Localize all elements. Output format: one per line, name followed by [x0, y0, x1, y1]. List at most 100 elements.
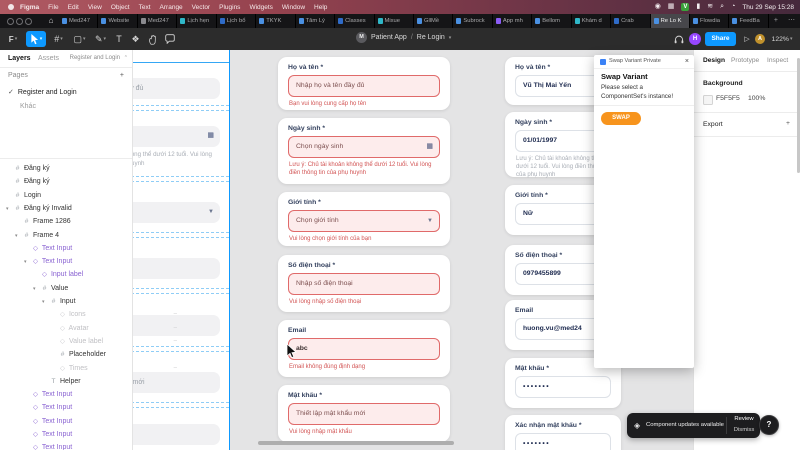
keyboard-icon[interactable]: ▦ [668, 0, 675, 14]
wifi-icon[interactable]: ≋ [707, 0, 713, 14]
chevron-up-icon[interactable]: ⌃ [124, 55, 128, 61]
file-tab[interactable]: Website [98, 14, 138, 28]
file-tab[interactable]: Tâm Lý [296, 14, 336, 28]
menu-item-vector[interactable]: Vector [192, 4, 210, 11]
form-input-default[interactable]: Nhập họ và tên đầy đủ [132, 78, 220, 99]
add-page-button[interactable]: + [120, 69, 124, 82]
tab-layers[interactable]: Layers [8, 55, 31, 62]
layer-row-input-label[interactable]: ◇ Input label [0, 268, 165, 281]
pen-tool-button[interactable]: ✎ ▾ [91, 31, 110, 47]
page-dropdown[interactable]: Register and Login [70, 55, 120, 61]
field-input[interactable]: Nhập họ và tên đầy đủ [288, 75, 440, 97]
file-tab[interactable]: Mixue [375, 14, 414, 28]
background-opacity[interactable]: 100% [748, 95, 765, 102]
menu-item-widgets[interactable]: Widgets [249, 4, 272, 11]
present-button[interactable]: ▷ [741, 31, 753, 47]
hidden-layer-icon[interactable]: – [174, 335, 177, 348]
layer-row-times[interactable]: ◇ Times – [0, 362, 183, 375]
file-tab[interactable]: Lịch hẹn [177, 14, 217, 28]
layer-row-input[interactable]: ▾ # Input [0, 295, 174, 308]
layer-row-frame-4[interactable]: ▾ # Frame 4 [0, 229, 147, 242]
help-button[interactable]: ? [759, 415, 779, 435]
tab-design[interactable]: Design [703, 57, 725, 64]
expand-caret-icon[interactable]: ▾ [15, 230, 22, 242]
menu-item-window[interactable]: Window [282, 4, 305, 11]
expand-caret-icon[interactable]: ▾ [42, 296, 49, 308]
chevron-down-icon[interactable]: ▼ [208, 202, 214, 222]
menu-item-object[interactable]: Object [111, 4, 130, 11]
apple-icon[interactable] [8, 4, 14, 10]
frame-tool-button[interactable]: # ▾ [49, 31, 68, 47]
hand-tool-button[interactable] [145, 31, 160, 47]
file-tab[interactable]: Med247 [59, 14, 99, 28]
file-tab[interactable]: TKYK [256, 14, 296, 28]
home-tab-icon[interactable]: ⌂ [43, 14, 59, 28]
hidden-layer-icon[interactable]: – [174, 308, 177, 321]
main-menu-button[interactable]: F ▾ [3, 31, 23, 47]
field-input[interactable]: ••••••• [515, 376, 611, 398]
share-button[interactable]: Share [705, 32, 736, 46]
zoom-menu[interactable]: 122% ▾ [768, 31, 796, 47]
layer-row-placeholder[interactable]: # Placeholder [0, 348, 183, 361]
new-tab-button[interactable]: + [769, 14, 783, 28]
window-controls[interactable] [0, 14, 43, 28]
file-tab[interactable]: GllMề [414, 14, 454, 28]
dismiss-button[interactable]: Dismiss [730, 427, 758, 433]
hidden-layer-icon[interactable]: – [174, 362, 177, 375]
file-tab[interactable]: FeedBa [729, 14, 769, 28]
menu-item-view[interactable]: View [88, 4, 102, 11]
expand-caret-icon[interactable]: ▾ [24, 256, 31, 268]
file-tab[interactable]: Bellom [532, 14, 572, 28]
calendar-icon[interactable]: ▦ [207, 126, 214, 146]
layer-row--ng-k-[interactable]: # Đăng ký [0, 175, 138, 188]
menu-item-help[interactable]: Help [314, 4, 327, 11]
add-export-button[interactable]: + [786, 120, 790, 127]
chevron-down-icon[interactable]: ▼ [427, 211, 433, 231]
tab-assets[interactable]: Assets [38, 55, 59, 62]
file-tab[interactable]: Re Lo K [650, 14, 690, 28]
layer-row-text-input[interactable]: ▾ ◇ Text Input [0, 255, 156, 268]
layer-row-text-input[interactable]: ◇ Text Input [0, 388, 156, 401]
shape-tool-button[interactable]: ▢ ▾ [70, 31, 89, 47]
record-icon[interactable]: ◉ [655, 0, 661, 14]
breadcrumb-file[interactable]: Re Login [417, 34, 445, 41]
battery-icon[interactable]: ▮ [696, 0, 700, 14]
layer-row-frame-1286[interactable]: # Frame 1286 [0, 215, 147, 228]
tab-prototype[interactable]: Prototype [731, 57, 759, 64]
calendar-icon[interactable]: ▦ [426, 137, 433, 157]
layer-row-login[interactable]: # Login [0, 189, 138, 202]
close-icon[interactable]: × [685, 58, 689, 65]
field-input[interactable]: ••••••• [515, 433, 611, 450]
swap-button[interactable]: SWAP [601, 112, 641, 125]
menu-item-text[interactable]: Text [139, 4, 151, 11]
layer-row-text-input[interactable]: ◇ Text Input [0, 415, 156, 428]
menu-item-edit[interactable]: Edit [68, 4, 79, 11]
menubar-clock[interactable]: Thu 29 Sep 15:28 [742, 4, 794, 11]
breadcrumb-project[interactable]: Patient App [371, 34, 407, 41]
file-tab[interactable]: Khám d [572, 14, 612, 28]
hidden-layer-icon[interactable]: – [174, 322, 177, 335]
layer-row-text-input[interactable]: ◇ Text Input [0, 401, 156, 414]
canvas-horizontal-scrollbar[interactable] [258, 441, 454, 445]
vpn-status-badge[interactable]: V [681, 3, 690, 11]
audio-call-button[interactable] [672, 31, 686, 47]
layer-row--ng-k-invalid[interactable]: ▾ # Đăng ký Invalid [0, 202, 138, 215]
layer-row-text-input[interactable]: ◇ Text Input [0, 242, 156, 255]
layer-row-text-input[interactable]: ◇ Text Input [0, 428, 156, 441]
field-input[interactable]: Thiết lập mật khẩu mới [288, 403, 440, 425]
breadcrumb[interactable]: M Patient App / Re Login ▾ [356, 32, 451, 43]
page-item[interactable]: Khác [0, 100, 132, 113]
file-tab[interactable]: Flowdia [690, 14, 730, 28]
plugin-window-header[interactable]: Swap Variant Private × [594, 55, 694, 69]
layer-row--ng-k-[interactable]: # Đăng ký [0, 162, 138, 175]
menu-item-file[interactable]: File [48, 4, 58, 11]
field-input[interactable]: Chọn giới tính ▼ [288, 210, 440, 232]
layer-row-text-input[interactable]: ◇ Text Input [0, 441, 156, 450]
component-tool-button[interactable]: ❖ [128, 31, 143, 47]
minimize-window-icon[interactable] [16, 18, 23, 25]
expand-caret-icon[interactable]: ▾ [33, 283, 40, 295]
layer-row-icons[interactable]: ◇ Icons – [0, 308, 183, 321]
menu-item-arrange[interactable]: Arrange [160, 4, 183, 11]
file-tab[interactable]: Subrock [453, 14, 493, 28]
file-tab[interactable]: Classes [335, 14, 375, 28]
